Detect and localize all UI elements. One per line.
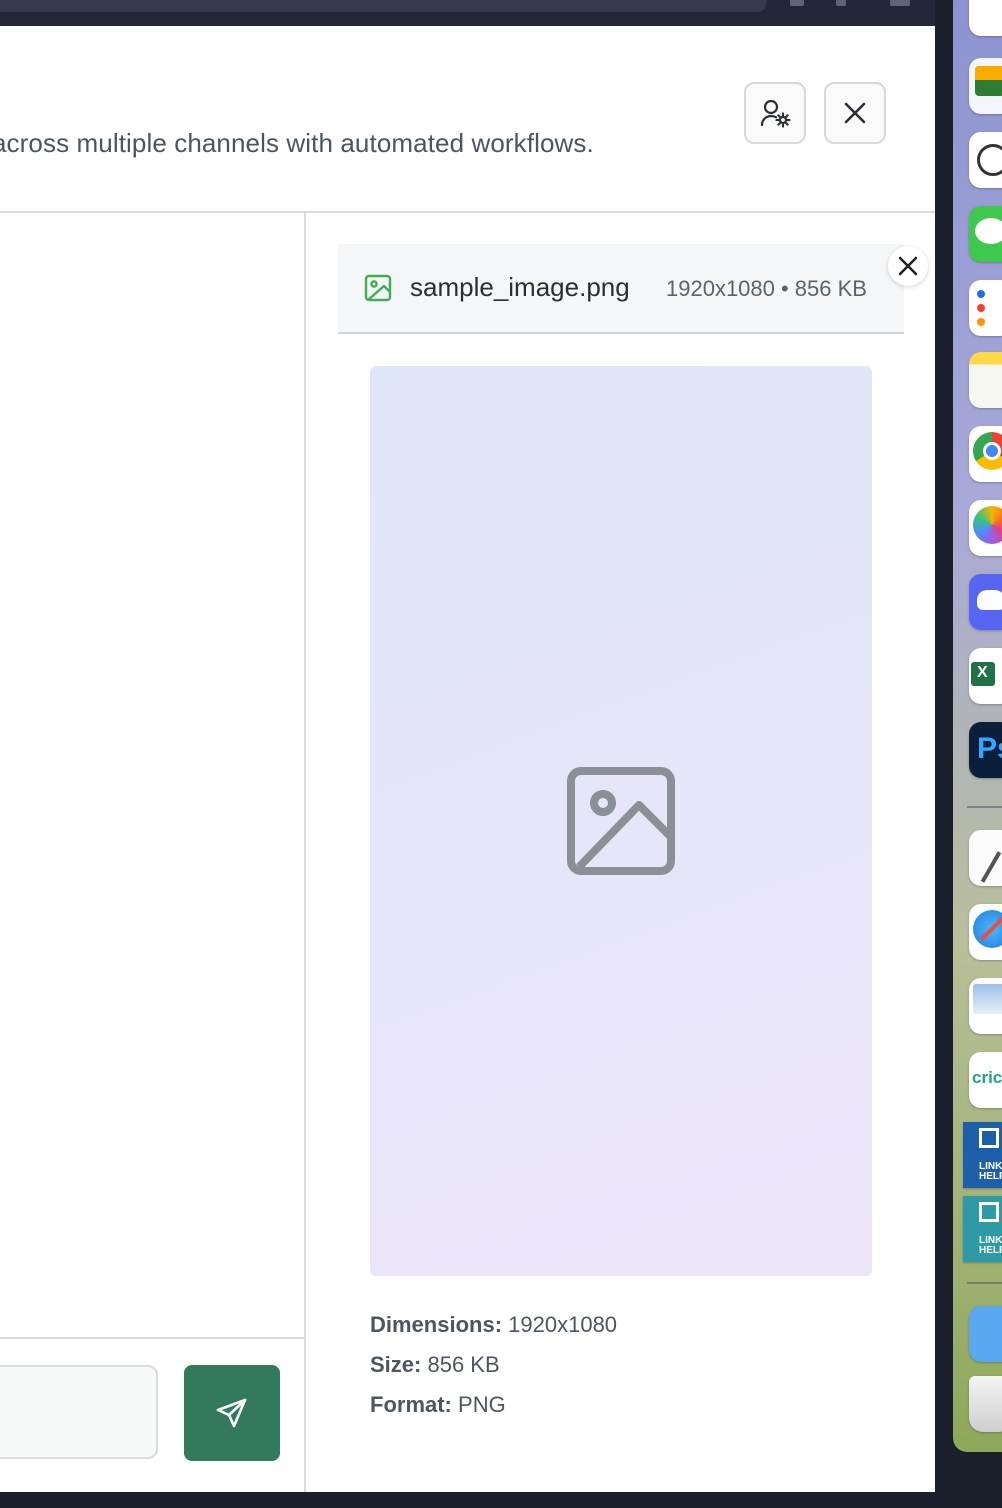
panel-header: across multiple channels with automated …	[0, 26, 935, 213]
dock-app-messages[interactable]	[969, 206, 1002, 262]
send-icon	[216, 1398, 247, 1428]
chat-icon-top	[975, 66, 1002, 80]
file-name: sample_image.png	[410, 272, 630, 302]
close-button[interactable]	[824, 82, 886, 144]
dock-separator	[967, 806, 1002, 808]
chat-pane	[0, 213, 306, 1492]
image-placeholder-icon	[567, 767, 675, 875]
format-value: PNG	[458, 1392, 506, 1417]
image-file-icon	[364, 274, 392, 302]
discord-icon	[977, 590, 1002, 610]
header-description: across multiple channels with automated …	[0, 128, 594, 158]
pen-icon	[980, 851, 1002, 883]
photoshop-label: Ps	[977, 732, 1002, 765]
dock-app-safari[interactable]	[969, 904, 1002, 960]
dock-app-link-helper-2[interactable]: LINK HELP	[963, 1196, 1002, 1262]
dimensions-label: Dimensions:	[370, 1312, 503, 1337]
user-settings-button[interactable]	[744, 82, 806, 144]
reminder-dot-icon	[977, 304, 985, 312]
dock-app-google-chat[interactable]	[969, 58, 1002, 114]
chrome-center-icon	[983, 442, 1001, 460]
message-input[interactable]	[0, 1365, 158, 1459]
dock-app-chatgpt[interactable]	[969, 132, 1002, 188]
dock-app-textedit[interactable]	[969, 830, 1002, 886]
user-cog-icon	[760, 99, 791, 128]
dock: X Ps cric LINK HELP LINK HELP	[953, 0, 1002, 1452]
speech-bubble-icon	[975, 218, 1002, 244]
photos-flower-icon	[973, 506, 1002, 544]
dock-app-cricut[interactable]: cric	[969, 1052, 1002, 1108]
dock-app-reminders[interactable]	[969, 280, 1002, 336]
excel-label: X	[977, 664, 988, 681]
info-size: Size: 856 KB	[370, 1352, 500, 1378]
dock-app-notes[interactable]	[969, 352, 1002, 408]
preview-close-button[interactable]	[888, 246, 928, 286]
dock-app-discord[interactable]	[969, 574, 1002, 630]
link-helper-label: LINK HELP	[979, 1235, 1002, 1256]
dock-app-preview[interactable]	[969, 978, 1002, 1034]
dock-app-excel[interactable]: X	[969, 648, 1002, 704]
reminder-dot-icon	[977, 290, 985, 298]
app-window: across multiple channels with automated …	[0, 26, 935, 1492]
dock-app-link-helper-1[interactable]: LINK HELP	[963, 1122, 1002, 1188]
dock-app-photoshop[interactable]: Ps	[969, 722, 1002, 778]
size-label: Size:	[370, 1352, 422, 1377]
close-icon	[844, 102, 866, 124]
info-dimensions: Dimensions: 1920x1080	[370, 1312, 617, 1338]
chatgpt-icon	[977, 144, 1002, 176]
dimensions-value: 1920x1080	[508, 1312, 618, 1337]
composer-divider	[0, 1337, 304, 1339]
dock-app-slack[interactable]	[969, 0, 1002, 36]
file-header: sample_image.png 1920x1080 • 856 KB	[338, 244, 904, 334]
address-bar[interactable]	[0, 0, 766, 12]
link-helper-label: LINK HELP	[979, 1161, 1002, 1182]
toolbar-icon[interactable]	[790, 0, 804, 6]
cricut-label: cric	[972, 1068, 1002, 1087]
file-meta: 1920x1080 • 856 KB	[666, 276, 867, 301]
format-label: Format:	[370, 1392, 452, 1417]
dock-separator	[967, 1282, 1002, 1284]
send-button[interactable]	[184, 1365, 280, 1461]
dock-app-chrome[interactable]	[969, 426, 1002, 482]
toolbar-icon[interactable]	[890, 0, 910, 6]
toolbar-icon[interactable]	[836, 0, 846, 6]
dock-trash[interactable]	[969, 1376, 1002, 1432]
reminder-dot-icon	[977, 318, 985, 326]
link-helper-icon	[979, 1128, 999, 1148]
dock-app-photos[interactable]	[969, 500, 1002, 556]
window-toolbar	[0, 0, 935, 26]
info-format: Format: PNG	[370, 1392, 506, 1418]
close-icon	[898, 256, 918, 276]
size-value: 856 KB	[427, 1352, 500, 1377]
link-helper-icon	[979, 1202, 999, 1222]
preview-photo-icon	[973, 984, 1002, 1014]
dock-folder[interactable]	[969, 1306, 1002, 1362]
image-preview[interactable]	[370, 366, 872, 1276]
